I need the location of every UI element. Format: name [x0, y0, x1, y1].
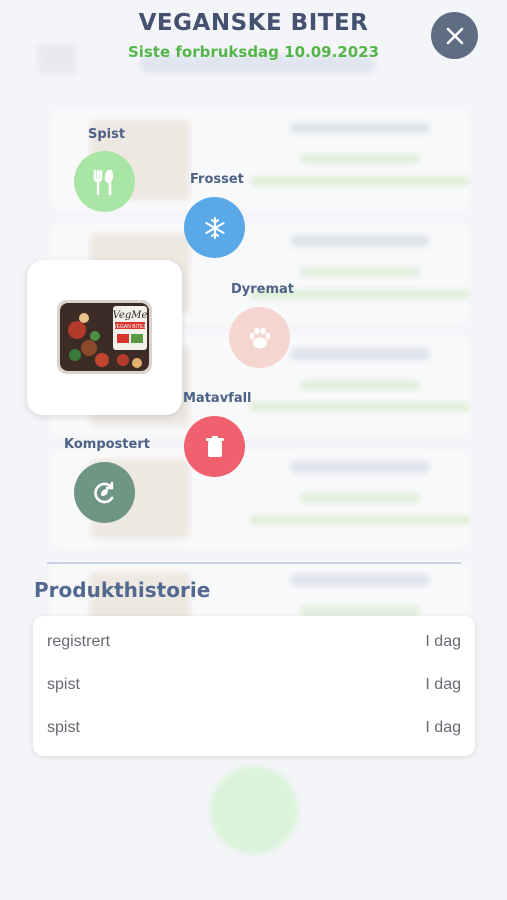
bg-add-button [210, 766, 298, 854]
product-image-card: VegMe VEGAN BITES [27, 260, 182, 415]
frozen-button[interactable] [184, 197, 245, 258]
fork-knife-icon [93, 169, 113, 195]
action-label-animal-food: Dyremat [231, 282, 295, 297]
close-icon [446, 27, 463, 44]
history-date: I dag [425, 718, 461, 736]
action-label-composted: Kompostert [64, 437, 150, 452]
paw-icon [248, 327, 271, 348]
history-event: spist [47, 718, 80, 736]
close-button[interactable] [431, 12, 478, 59]
history-event: registrert [47, 632, 111, 650]
svg-text:VEGAN BITES: VEGAN BITES [113, 324, 147, 330]
action-label-eaten: Spist [88, 127, 126, 142]
action-label-frozen: Frosset [190, 172, 244, 187]
expiry-date: Siste forbruksdag 10.09.2023 [127, 43, 380, 61]
eaten-button[interactable] [74, 151, 135, 212]
svg-text:VegMe: VegMe [113, 310, 148, 321]
food-waste-button[interactable] [184, 416, 245, 477]
history-row: registrert I dag [33, 620, 475, 663]
compost-icon [93, 481, 113, 503]
history-event: spist [47, 675, 80, 693]
history-title: Produkthistorie [34, 578, 211, 602]
history-row: spist I dag [33, 663, 475, 706]
action-label-food-waste: Matavfall [183, 391, 252, 406]
section-divider [47, 562, 461, 564]
trash-icon [205, 435, 224, 457]
snowflake-icon [204, 216, 225, 239]
composted-button[interactable] [74, 462, 135, 523]
history-date: I dag [425, 675, 461, 693]
history-date: I dag [425, 632, 461, 650]
history-row: spist I dag [33, 706, 475, 749]
animal-food-button[interactable] [229, 307, 290, 368]
history-list: registrert I dag spist I dag spist I dag [33, 616, 475, 756]
product-image: VegMe VEGAN BITES [57, 300, 152, 374]
